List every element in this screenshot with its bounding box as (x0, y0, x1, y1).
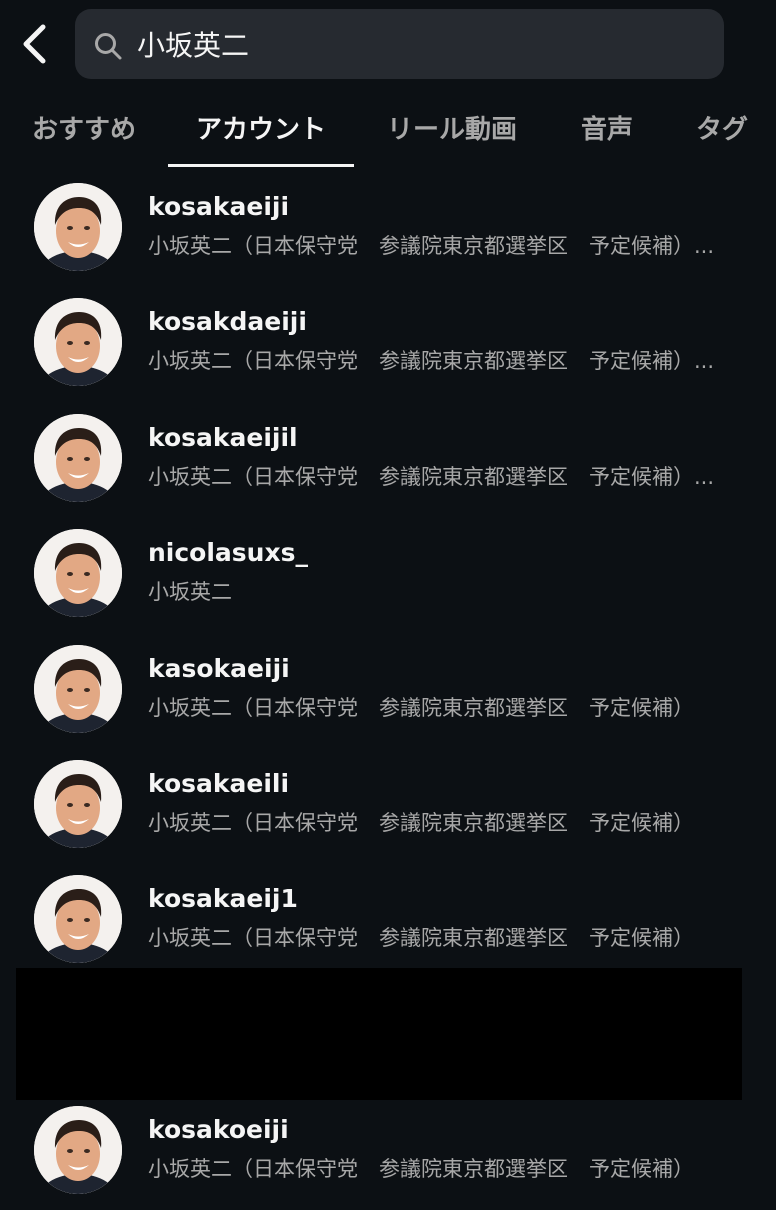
avatar (34, 875, 122, 963)
profile-photo (34, 298, 122, 386)
account-username: kosakaeili (148, 769, 290, 798)
avatar (34, 645, 122, 733)
account-result-row[interactable]: kosakoeiji 小坂英二（日本保守党 参議院東京都選挙区 予定候補） (0, 1095, 776, 1210)
search-bar[interactable] (75, 9, 724, 79)
account-full-name: 小坂英二（日本保守党 参議院東京都選挙区 予定候補） (148, 926, 694, 950)
tab-reels[interactable]: リール動画 (387, 108, 517, 152)
account-full-name: 小坂英二（日本保守党 参議院東京都選挙区 予定候補）... (148, 349, 715, 373)
account-full-name: 小坂英二（日本保守党 参議院東京都選挙区 予定候補） (148, 696, 694, 720)
avatar (34, 760, 122, 848)
profile-photo (34, 183, 122, 271)
account-username: kosakaeijil (148, 423, 298, 452)
account-username: kosakaeij1 (148, 884, 298, 913)
avatar (34, 298, 122, 386)
profile-photo (34, 875, 122, 963)
tab-recommended[interactable]: おすすめ (32, 108, 136, 152)
account-result-row[interactable]: kosakaeijil 小坂英二（日本保守党 参議院東京都選挙区 予定候補）..… (0, 403, 776, 518)
account-full-name: 小坂英二 (148, 580, 232, 604)
back-button[interactable] (14, 22, 54, 66)
account-result-row[interactable]: kosakaeij1 小坂英二（日本保守党 参議院東京都選挙区 予定候補） (0, 864, 776, 979)
profile-photo (34, 529, 122, 617)
account-username: kasokaeiji (148, 654, 290, 683)
profile-photo (34, 760, 122, 848)
avatar (34, 529, 122, 617)
tab-accounts[interactable]: アカウント (196, 108, 326, 152)
account-username: kosakdaeiji (148, 307, 307, 336)
account-full-name: 小坂英二（日本保守党 参議院東京都選挙区 予定候補） (148, 1157, 694, 1181)
search-header (0, 0, 776, 90)
account-result-row[interactable]: nicolasuxs_ 小坂英二 (0, 518, 776, 633)
profile-photo (34, 1106, 122, 1194)
account-result-row[interactable]: kosakdaeiji 小坂英二（日本保守党 参議院東京都選挙区 予定候補）..… (0, 287, 776, 402)
avatar (34, 183, 122, 271)
tab-tags[interactable]: タグ (696, 108, 748, 152)
account-username: kosakoeiji (148, 1115, 289, 1144)
search-icon (95, 33, 122, 60)
account-full-name: 小坂英二（日本保守党 参議院東京都選挙区 予定候補）... (148, 234, 715, 258)
account-result-row[interactable]: kosakaeiji 小坂英二（日本保守党 参議院東京都選挙区 予定候補）... (0, 172, 776, 287)
search-input[interactable] (137, 21, 697, 67)
active-tab-indicator (168, 164, 354, 167)
profile-photo (34, 645, 122, 733)
search-tabs: おすすめ アカウント リール動画 音声 タグ (0, 90, 776, 170)
account-full-name: 小坂英二（日本保守党 参議院東京都選挙区 予定候補） (148, 811, 694, 835)
avatar (34, 414, 122, 502)
account-username: nicolasuxs_ (148, 538, 308, 567)
account-result-row[interactable]: kasokaeiji 小坂英二（日本保守党 参議院東京都選挙区 予定候補） (0, 634, 776, 749)
account-result-row[interactable]: kosakaeili 小坂英二（日本保守党 参議院東京都選挙区 予定候補） (0, 749, 776, 864)
avatar (34, 1106, 122, 1194)
redacted-area (16, 968, 742, 1100)
tab-audio[interactable]: 音声 (581, 108, 633, 152)
account-username: kosakaeiji (148, 192, 290, 221)
profile-photo (34, 414, 122, 502)
account-full-name: 小坂英二（日本保守党 参議院東京都選挙区 予定候補）... (148, 465, 715, 489)
chevron-left-icon (23, 24, 46, 64)
